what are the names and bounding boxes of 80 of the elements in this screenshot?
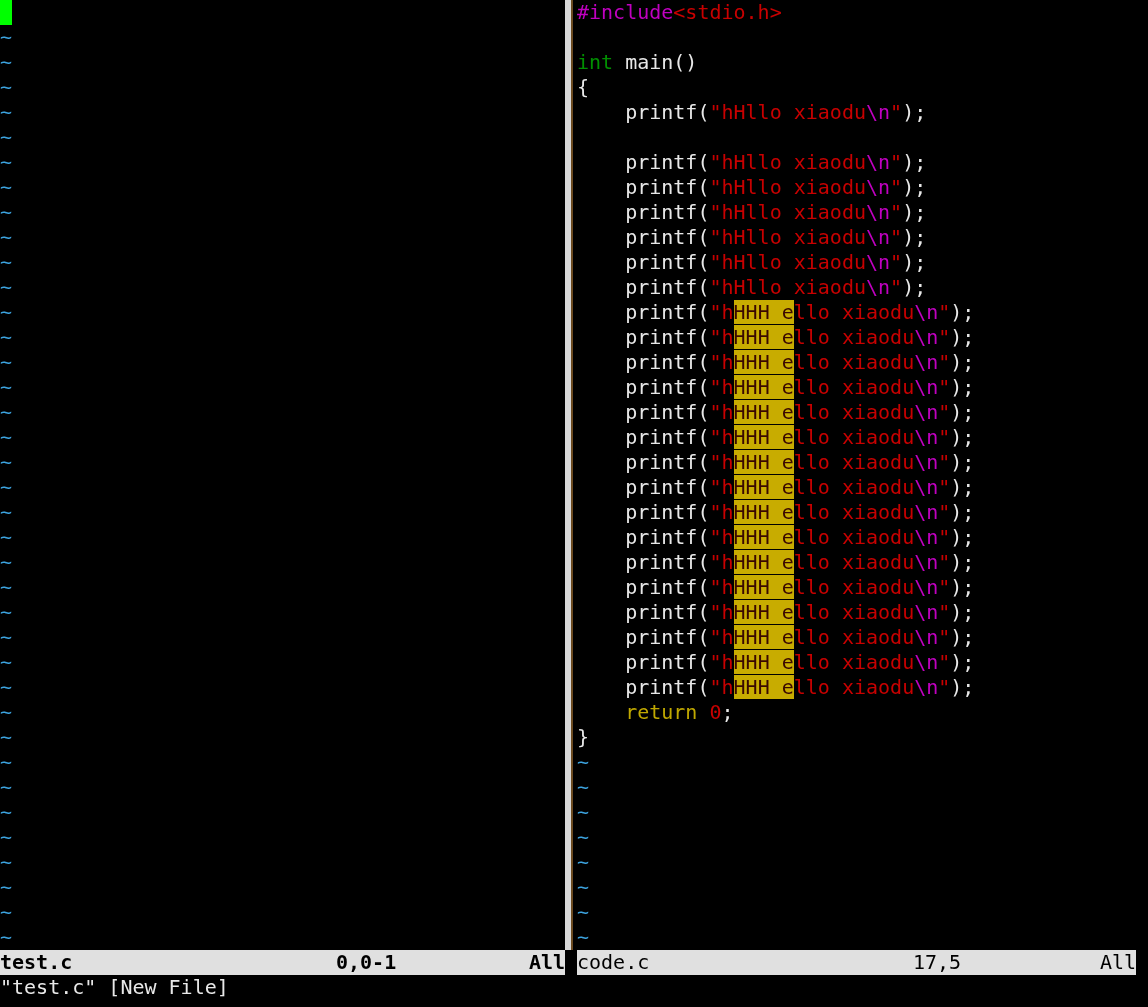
filler-tilde: ~ (0, 625, 13, 649)
filler-tilde: ~ (0, 175, 13, 199)
filler-tilde: ~ (0, 425, 13, 449)
filler-tilde: ~ (0, 125, 13, 149)
code-line: printf("hHHH ello xiaodu\n"); (624, 525, 975, 550)
filler-tilde: ~ (0, 650, 13, 674)
code-line: printf("hHllo xiaodu\n"); (624, 225, 927, 250)
code-line: printf("hHHH ello xiaodu\n"); (624, 375, 975, 400)
code-line: printf("hHHH ello xiaodu\n"); (624, 475, 975, 500)
code-line: printf("hHHH ello xiaodu\n"); (624, 550, 975, 575)
status-scroll: All (528, 950, 565, 975)
filler-tilde: ~ (0, 300, 13, 324)
filler-tilde: ~ (0, 50, 13, 74)
filler-tilde: ~ (0, 925, 13, 949)
status-position: 17,5 (913, 950, 963, 975)
filler-tilde: ~ (0, 700, 13, 724)
code-line: printf("hHHH ello xiaodu\n"); (624, 425, 975, 450)
filler-tilde: ~ (0, 250, 13, 274)
status-scroll: All (1099, 950, 1136, 975)
code-line: printf("hHllo xiaodu\n"); (624, 200, 927, 225)
code-line: printf("hHHH ello xiaodu\n"); (624, 350, 975, 375)
filler-tilde: ~ (577, 925, 590, 949)
code-line: printf("hHllo xiaodu\n"); (624, 100, 927, 125)
code-line: printf("hHHH ello xiaodu\n"); (624, 450, 975, 475)
code-line: printf("hHHH ello xiaodu\n"); (624, 400, 975, 425)
filler-tilde: ~ (0, 350, 13, 374)
filler-tilde: ~ (0, 675, 13, 699)
filler-tilde: ~ (0, 500, 13, 524)
code-line: { (577, 75, 590, 100)
filler-tilde: ~ (0, 750, 13, 774)
command-line-message: "test.c" [New File] (0, 975, 229, 999)
code-line: printf("hHHH ello xiaodu\n"); (624, 650, 975, 675)
code-line: printf("hHllo xiaodu\n"); (624, 175, 927, 200)
code-line: printf("hHHH ello xiaodu\n"); (624, 675, 975, 700)
filler-tilde: ~ (0, 575, 13, 599)
filler-tilde: ~ (0, 525, 13, 549)
code-line: } (577, 725, 590, 750)
status-position: 0,0-1 (336, 950, 398, 975)
filler-tilde: ~ (0, 825, 13, 849)
filler-tilde: ~ (577, 900, 590, 924)
code-line: printf("hHHH ello xiaodu\n"); (624, 625, 975, 650)
filler-tilde: ~ (577, 875, 590, 899)
code-line: printf("hHHH ello xiaodu\n"); (624, 575, 975, 600)
filler-tilde: ~ (0, 875, 13, 899)
filler-tilde: ~ (0, 225, 13, 249)
filler-tilde: ~ (577, 750, 590, 774)
filler-tilde: ~ (0, 325, 13, 349)
filler-tilde: ~ (0, 725, 13, 749)
code-line: printf("hHHH ello xiaodu\n"); (624, 600, 975, 625)
code-line: printf("hHHH ello xiaodu\n"); (624, 300, 975, 325)
code-line: int main() (577, 50, 698, 75)
filler-tilde: ~ (0, 100, 13, 124)
filler-tilde: ~ (577, 775, 590, 799)
code-line: return 0; (624, 700, 734, 725)
code-line: #include<stdio.h> (577, 0, 782, 25)
filler-tilde: ~ (0, 150, 13, 174)
filler-tilde: ~ (577, 850, 590, 874)
filler-tilde: ~ (0, 775, 13, 799)
filler-tilde: ~ (0, 475, 13, 499)
filler-tilde: ~ (0, 850, 13, 874)
code-line: printf("hHllo xiaodu\n"); (624, 150, 927, 175)
filler-tilde: ~ (0, 550, 13, 574)
status-filename: code.c (577, 950, 651, 975)
filler-tilde: ~ (0, 275, 13, 299)
filler-tilde: ~ (0, 375, 13, 399)
code-line: printf("hHHH ello xiaodu\n"); (624, 500, 975, 525)
filler-tilde: ~ (0, 400, 13, 424)
filler-tilde: ~ (577, 800, 590, 824)
filler-tilde: ~ (0, 450, 13, 474)
filler-tilde: ~ (0, 800, 13, 824)
filler-tilde: ~ (0, 200, 13, 224)
status-filename: test.c (0, 950, 74, 975)
filler-tilde: ~ (0, 600, 13, 624)
code-line: printf("hHllo xiaodu\n"); (624, 275, 927, 300)
filler-tilde: ~ (577, 825, 590, 849)
filler-tilde: ~ (0, 75, 13, 99)
code-line: printf("hHllo xiaodu\n"); (624, 250, 927, 275)
code-line: printf("hHHH ello xiaodu\n"); (624, 325, 975, 350)
filler-tilde: ~ (0, 25, 13, 49)
filler-tilde: ~ (0, 900, 13, 924)
